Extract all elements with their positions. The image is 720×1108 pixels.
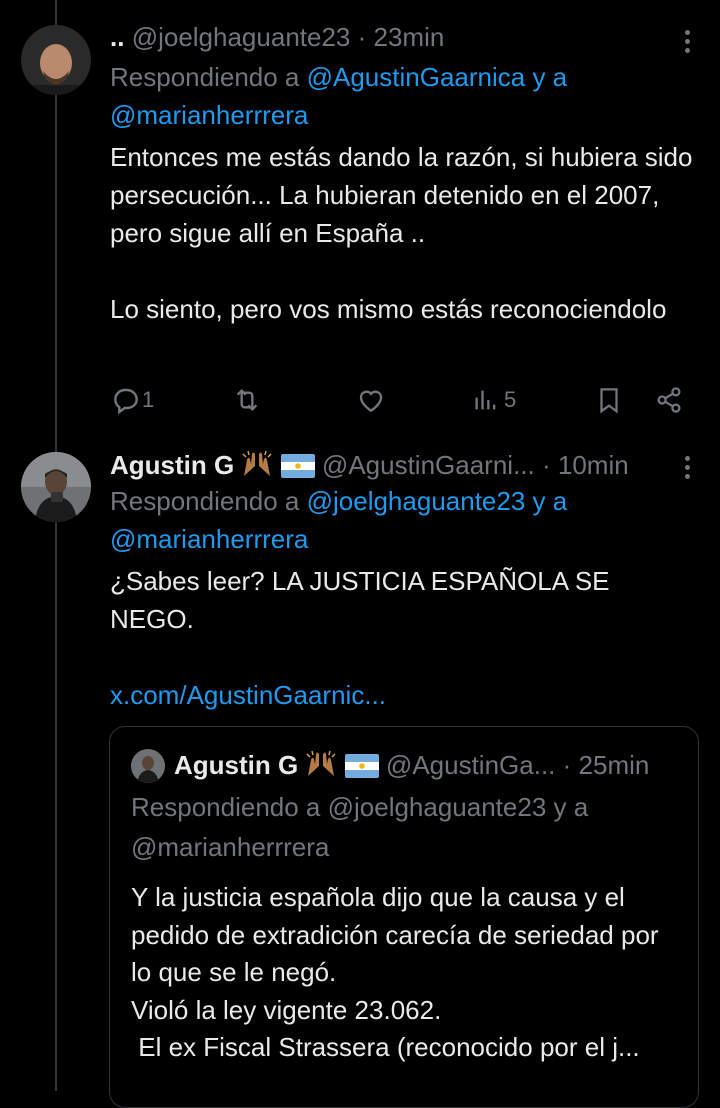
reply-count: 1 [142,387,155,412]
tweet-text: Entonces me estás dando la razón, si hub… [110,142,693,324]
mention-link[interactable]: @AgustinGaarnica y a [307,62,568,92]
display-name[interactable]: Agustin G [110,450,234,480]
tweet-text: ¿Sabes leer? LA JUSTICIA ESPAÑOLA SE NEG… [110,566,617,634]
bookmark-icon [600,388,618,414]
reply-context: Respondiendo a @AgustinGaarnica y a @mar… [110,58,700,134]
tweet-2[interactable]: Agustin G @AgustinGaarni... · 10min Resp… [0,440,720,1108]
heart-icon [359,390,383,413]
tweet-actions: 1 5 [110,380,690,420]
reply-context: Respondiendo a @joelghaguante23 y a @mar… [110,482,700,558]
more-options-icon[interactable] [682,30,692,56]
more-options-icon[interactable] [682,456,692,482]
timestamp[interactable]: · 23min [358,22,445,52]
argentina-flag-icon [344,754,379,778]
tweet-1[interactable]: .. @joelghaguante23 · 23min Respondiendo… [0,0,720,440]
avatar[interactable] [21,25,91,95]
views-count: 5 [504,387,517,412]
reply-prefix: Respondiendo a [110,62,307,92]
argentina-flag-icon [280,454,315,478]
analytics-icon [475,390,496,410]
handle[interactable]: @joelghaguante23 [132,22,351,52]
mention-link[interactable]: @joelghaguante23 y a [307,486,568,516]
reply-icon [114,388,138,415]
mention-link[interactable]: @marianherrrera [110,524,308,554]
views-button[interactable]: 5 [472,380,516,420]
avatar[interactable] [21,452,91,522]
handle[interactable]: @AgustinGaarni... [322,450,535,480]
repost-icon [236,388,258,412]
tweet-header: Agustin G @AgustinGaarni... · 10min [110,450,700,480]
bookmark-button[interactable] [594,380,624,420]
quoted-reply-line: Respondiendo a @joelghaguante23 y a [131,792,589,822]
quoted-handle: @AgustinGa... [385,750,556,780]
display-name[interactable]: .. [110,22,124,52]
share-icon [657,387,681,413]
quoted-reply-line: @marianherrrera [131,832,330,862]
mention-link[interactable]: @marianherrrera [110,100,308,130]
quoted-tweet[interactable]: Agustin G @AgustinGa... · 25min Respondi… [109,726,699,1108]
quoted-display-name: Agustin G [174,750,299,780]
share-button[interactable] [654,380,684,420]
tweet-link[interactable]: x.com/AgustinGaarnic... [110,676,700,714]
reply-prefix: Respondiendo a [110,486,307,516]
quoted-avatar [131,749,165,783]
quoted-header: Agustin G @AgustinGa... · 25min [174,749,649,781]
timestamp[interactable]: · 10min [542,450,629,480]
repost-button[interactable] [230,380,264,420]
raising-hands-icon [306,750,336,776]
quoted-timestamp: · 25min [562,750,650,780]
tweet-header: .. @joelghaguante23 · 23min [110,22,700,52]
quoted-reply-context: Respondiendo a @joelghaguante23 y a @mar… [131,787,682,867]
raising-hands-icon [242,450,272,476]
quoted-text: Y la justicia española dijo que la causa… [131,882,659,1062]
reply-button[interactable]: 1 [110,380,154,420]
like-button[interactable] [355,380,387,420]
